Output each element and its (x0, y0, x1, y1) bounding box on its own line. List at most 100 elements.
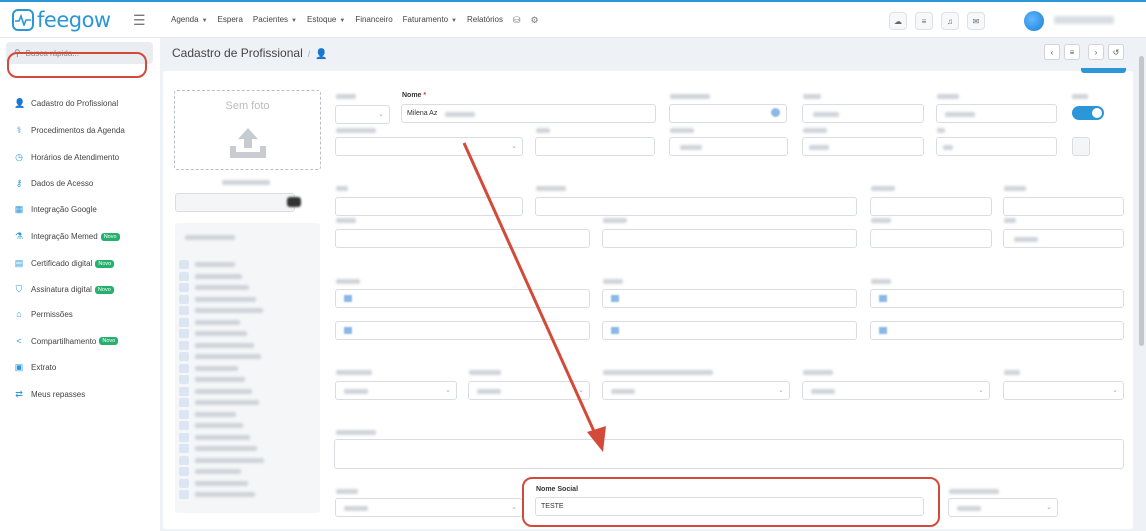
blurred-field[interactable] (535, 197, 857, 216)
blurred-select[interactable] (669, 137, 788, 156)
list-item[interactable] (179, 283, 249, 292)
blurred-field[interactable] (870, 197, 992, 216)
photo-upload-area[interactable]: Sem foto (174, 90, 321, 170)
blurred-field[interactable] (870, 321, 1124, 340)
list-item[interactable] (179, 363, 238, 373)
sidebar-item-repasses[interactable]: ⇄ Meus repasses (14, 389, 85, 400)
new-badge: Novo (94, 285, 114, 294)
nav-espera[interactable]: Espera (218, 15, 243, 26)
user-name-blurred[interactable] (1054, 16, 1114, 24)
shield-icon: ⛉ (15, 284, 23, 294)
list-item[interactable] (179, 432, 250, 442)
list-icon[interactable]: ≡ (915, 12, 933, 30)
scrollbar[interactable] (1139, 56, 1144, 346)
list-item[interactable] (179, 444, 257, 453)
blurred-field[interactable] (870, 289, 1124, 308)
blurred-field[interactable] (602, 289, 857, 308)
sidebar-item-horarios[interactable]: ◷ Horários de Atendimento (14, 152, 119, 163)
list-item[interactable] (179, 352, 261, 361)
blurred-button[interactable] (287, 197, 301, 207)
blurred-field[interactable] (1003, 197, 1124, 216)
blurred-select[interactable]: ⌄ (335, 498, 523, 517)
sidebar-item-assinatura[interactable]: ⛉ Assinatura digital Novo (14, 284, 114, 295)
nome-field[interactable]: Milena Az (401, 104, 656, 123)
nav-estoque[interactable]: Estoque ▼ (307, 15, 345, 26)
blurred-field[interactable] (335, 321, 590, 340)
share-icon: < (16, 336, 22, 346)
blurred-field[interactable] (669, 104, 787, 123)
chevron-right-icon[interactable]: › (1088, 44, 1104, 60)
list-item[interactable] (179, 398, 259, 407)
blurred-field[interactable] (936, 104, 1057, 123)
chevron-left-icon[interactable]: ‹ (1044, 44, 1060, 60)
hamburger-menu-icon[interactable]: ☰ (133, 12, 146, 29)
blurred-field[interactable] (335, 289, 590, 308)
lock-icon: ⌂ (16, 309, 22, 319)
sidebar-item-compartilhamento[interactable]: < Compartilhamento Novo (14, 336, 119, 346)
sidebar-item-memed[interactable]: ⚗ Integração Memed Novo (14, 231, 120, 242)
observacoes-textarea[interactable] (334, 439, 1124, 469)
blurred-field[interactable] (602, 229, 857, 248)
treatment-select[interactable]: ⌄ (335, 105, 390, 124)
feegow-logo[interactable]: feegow (12, 8, 111, 32)
sidebar-item-certificado[interactable]: ▤ Certificado digital Novo (14, 258, 115, 269)
blurred-field[interactable] (175, 193, 295, 212)
sidebar-item-acesso[interactable]: ⚷ Dados de Acesso (14, 178, 94, 189)
blurred-field[interactable] (535, 137, 655, 156)
gear-icon[interactable]: ⚙ (531, 15, 539, 26)
sidebar-item-google[interactable]: ▦ Integração Google (14, 204, 97, 215)
blurred-select[interactable]: ⌄ (602, 381, 790, 400)
blurred-select[interactable]: ⌄ (335, 137, 523, 156)
list-item[interactable] (179, 317, 240, 327)
blurred-field[interactable] (335, 197, 523, 216)
blurred-select[interactable] (1003, 229, 1124, 248)
nav-faturamento[interactable]: Faturamento ▼ (403, 15, 457, 26)
blurred-select[interactable]: ⌄ (468, 381, 590, 400)
blurred-field[interactable] (936, 137, 1057, 156)
sidebar-item-permissoes[interactable]: ⌂ Permissões (14, 309, 73, 319)
list-item[interactable] (179, 455, 264, 465)
list-item[interactable] (179, 306, 263, 315)
sidebar-item-extrato[interactable]: ▣ Extrato (14, 362, 57, 373)
stethoscope-icon: ⚕ (16, 125, 22, 135)
blurred-select[interactable]: ⌄ (335, 381, 457, 400)
nav-pacientes[interactable]: Pacientes ▼ (253, 15, 297, 26)
list-item[interactable] (179, 294, 256, 304)
avatar[interactable] (1024, 11, 1044, 31)
list-item[interactable] (179, 271, 242, 281)
blurred-select[interactable]: ⌄ (1003, 381, 1124, 400)
nav-relatorios[interactable]: Relatórios (467, 15, 503, 26)
blurred-select[interactable] (802, 104, 924, 123)
blurred-select[interactable]: ⌄ (802, 381, 990, 400)
top-bar: feegow ☰ Agenda ▼ Espera Pacientes ▼ Estoq… (0, 0, 1146, 38)
database-icon[interactable]: ⛁ (513, 15, 521, 26)
blurred-field[interactable] (335, 229, 590, 248)
blurred-field[interactable] (802, 137, 924, 156)
list-item[interactable] (179, 467, 241, 476)
list-item[interactable] (179, 340, 254, 350)
list-item[interactable] (179, 260, 235, 269)
nav-agenda[interactable]: Agenda ▼ (171, 15, 208, 26)
list-item[interactable] (179, 329, 247, 338)
blurred-button[interactable] (1072, 137, 1090, 156)
chat-icon[interactable]: ✉ (967, 12, 985, 30)
blurred-field[interactable] (870, 229, 992, 248)
bell-icon[interactable]: ♫ (941, 12, 959, 30)
history-icon[interactable]: ↺ (1108, 44, 1124, 60)
sidebar-item-procedimentos[interactable]: ⚕ Procedimentos da Agenda (14, 125, 125, 136)
list-button[interactable]: ≡ (1064, 44, 1080, 60)
new-badge: Novo (99, 337, 119, 345)
list-item[interactable] (179, 409, 236, 419)
nav-financeiro[interactable]: Financeiro (355, 15, 392, 26)
list-item[interactable] (179, 386, 252, 396)
list-item[interactable] (179, 478, 248, 488)
blurred-field[interactable] (602, 321, 857, 340)
save-button-edge[interactable] (1081, 68, 1126, 73)
cloud-icon[interactable]: ☁ (889, 12, 907, 30)
sidebar-item-cadastro[interactable]: 👤 Cadastro do Profissional (14, 98, 118, 109)
blurred-select[interactable]: ⌄ (948, 498, 1058, 517)
list-item[interactable] (179, 490, 255, 499)
list-item[interactable] (179, 375, 245, 384)
list-item[interactable] (179, 421, 243, 430)
active-toggle[interactable] (1072, 106, 1104, 120)
